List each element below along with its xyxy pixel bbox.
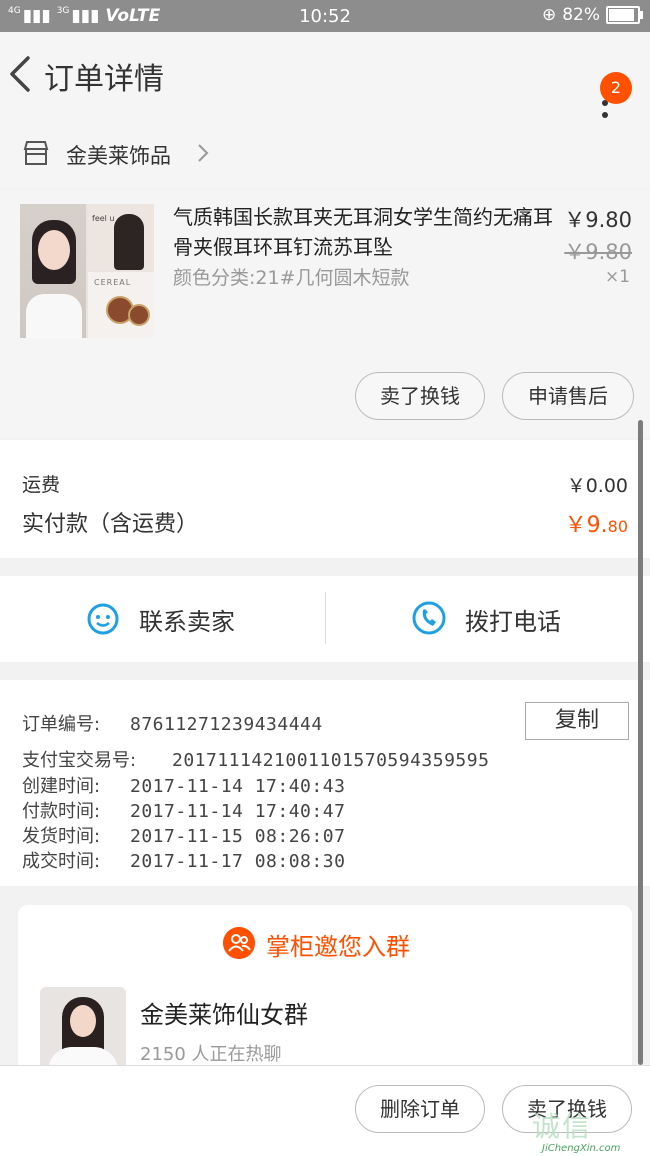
group-invite-card[interactable]: 掌柜邀您入群 金美莱饰仙女群 2150 人正在热聊 (18, 905, 632, 1075)
paid-amount-main: ￥9. (564, 513, 608, 538)
info-value: 2017-11-14 17:40:43 (130, 776, 346, 797)
paid-time-row: 付款时间: 2017-11-14 17:40:47 (22, 797, 345, 823)
info-label: 订单编号: (22, 714, 101, 735)
store-icon (23, 141, 49, 165)
scrollbar[interactable] (638, 420, 643, 1065)
info-label: 成交时间: (22, 851, 101, 872)
status-right: ⊕ 82% (541, 5, 643, 25)
product-sku: 颜色分类:21#几何圆木短款 (173, 267, 410, 289)
battery-fill (609, 9, 634, 21)
battery-icon (606, 6, 643, 24)
chat-face-icon (87, 603, 119, 635)
info-value: 87611271239434444 (130, 714, 323, 735)
chevron-right-icon (198, 144, 209, 162)
thumbnail-model-photo (20, 204, 86, 338)
contact-bar: 联系卖家 拨打电话 (0, 576, 650, 662)
order-number-row: 订单编号: 87611271239434444 (22, 710, 323, 736)
info-value: 2017-11-14 17:40:47 (130, 801, 346, 822)
watermark: 诚信 JiChengXin.com (532, 1105, 650, 1155)
shipping-label: 运费 (22, 474, 61, 496)
paid-amount: ￥9.80 (565, 507, 628, 539)
delete-order-button[interactable]: 删除订单 (355, 1085, 485, 1133)
resell-button[interactable]: 卖了换钱 (355, 372, 485, 420)
info-label: 发货时间: (22, 826, 101, 847)
back-arrow-icon[interactable] (6, 54, 34, 94)
shipping-value: ￥0.00 (566, 475, 628, 497)
product-thumbnail[interactable]: feel u CEREAL (20, 204, 154, 338)
thumbnail-caption-1: feel u (92, 214, 115, 223)
thumbnail-caption-2: CEREAL (94, 278, 132, 287)
paid-amount-cents: 80 (607, 517, 628, 536)
fee-summary: 运费 ￥0.00 实付款（含运费） ￥9.80 (0, 440, 650, 558)
info-value: 2017-11-17 08:08:30 (130, 851, 346, 872)
paid-label: 实付款（含运费） (22, 512, 199, 537)
page-title: 订单详情 (44, 62, 164, 97)
product-price: ￥9.80 (564, 208, 632, 232)
info-label: 支付宝交易号: (22, 750, 137, 771)
after-sale-button[interactable]: 申请售后 (502, 372, 634, 420)
phone-icon (412, 601, 446, 635)
contact-divider (325, 592, 326, 644)
order-info: 复制 订单编号: 87611271239434444 支付宝交易号: 2017111… (0, 680, 650, 886)
battery-percent: 82% (562, 5, 600, 25)
group-people-icon (223, 927, 255, 959)
nav-header: 订单详情 2 (0, 32, 650, 118)
group-member-count: 2150 人正在热聊 (140, 1044, 282, 1065)
group-invite-title: 掌柜邀您入群 (266, 933, 410, 961)
info-value: 2017111421001101570594359595 (172, 750, 490, 771)
thumbnail-earring-photo: CEREAL (88, 272, 154, 338)
info-label: 创建时间: (22, 776, 101, 797)
created-time-row: 创建时间: 2017-11-14 17:40:43 (22, 772, 345, 798)
group-avatar (40, 987, 126, 1075)
product-section: feel u CEREAL 气质韩国长款耳夹无耳洞女学生简约无痛耳骨夹假耳环耳钉… (0, 190, 650, 438)
watermark-url: JiChengXin.com (542, 1143, 621, 1154)
status-bar: 4G ▮▮▮ 3G ▮▮▮ VoLTE 10:52 ⊕ 82% (0, 0, 650, 32)
notification-badge[interactable]: 2 (600, 72, 632, 104)
shop-name: 金美莱饰品 (66, 144, 171, 168)
alipay-trade-row: 支付宝交易号: 2017111421001101570594359595 (22, 746, 489, 772)
copy-button[interactable]: 复制 (525, 702, 629, 740)
thumbnail-detail-photo: feel u (88, 204, 154, 270)
shipped-time-row: 发货时间: 2017-11-15 08:26:07 (22, 822, 345, 848)
rotation-lock-icon: ⊕ (541, 5, 557, 25)
info-value: 2017-11-15 08:26:07 (130, 826, 346, 847)
product-title[interactable]: 气质韩国长款耳夹无耳洞女学生简约无痛耳骨夹假耳环耳钉流苏耳坠 (173, 202, 553, 262)
group-name: 金美莱饰仙女群 (140, 1001, 308, 1029)
product-quantity: ×1 (604, 267, 630, 287)
contact-seller-button[interactable]: 联系卖家 (139, 602, 235, 637)
product-original-price: ￥9.80 (564, 240, 632, 264)
watermark-logo-text: 诚信 (532, 1110, 593, 1143)
call-button[interactable]: 拨打电话 (465, 602, 561, 637)
completed-time-row: 成交时间: 2017-11-17 08:08:30 (22, 847, 345, 873)
info-label: 付款时间: (22, 801, 101, 822)
shop-row[interactable]: 金美莱饰品 (0, 118, 650, 188)
